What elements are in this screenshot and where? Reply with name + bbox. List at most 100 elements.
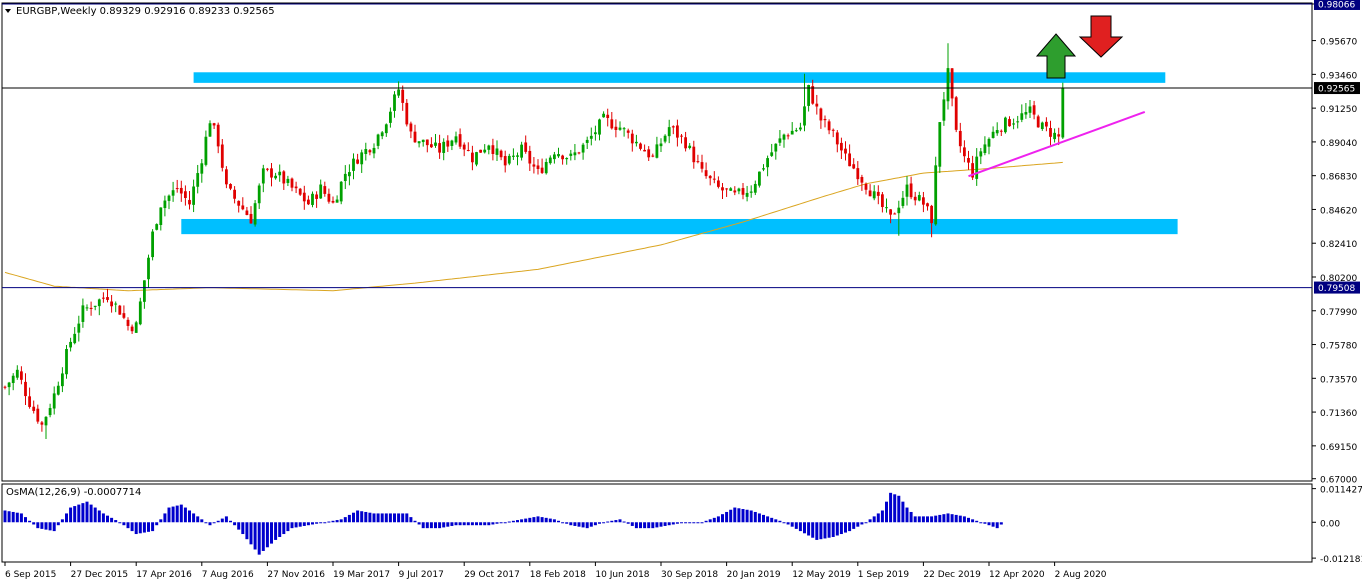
candle-body[interactable] <box>987 138 991 147</box>
candle-body[interactable] <box>626 130 630 133</box>
candle-body[interactable] <box>458 134 462 147</box>
candle-body[interactable] <box>97 299 101 307</box>
candle-body[interactable] <box>196 173 200 187</box>
candle-body[interactable] <box>159 207 163 225</box>
candle-body[interactable] <box>69 341 72 348</box>
candle-body[interactable] <box>294 186 298 189</box>
candle-body[interactable] <box>1040 122 1044 130</box>
candle-body[interactable] <box>840 142 843 151</box>
candle-body[interactable] <box>356 159 359 164</box>
candle-body[interactable] <box>708 175 712 179</box>
candle-body[interactable] <box>327 193 331 202</box>
candle-body[interactable] <box>343 173 347 182</box>
candle-body[interactable] <box>983 144 987 154</box>
candle-body[interactable] <box>676 125 679 138</box>
candle-body[interactable] <box>700 162 704 169</box>
candle-body[interactable] <box>450 140 454 146</box>
candle-body[interactable] <box>143 280 146 302</box>
candle-body[interactable] <box>425 139 429 146</box>
candle-body[interactable] <box>889 209 892 215</box>
candle-body[interactable] <box>471 152 474 163</box>
candle-body[interactable] <box>266 168 269 170</box>
candle-body[interactable] <box>655 144 659 158</box>
candle-body[interactable] <box>503 156 507 166</box>
candle-body[interactable] <box>958 130 962 147</box>
candle-body[interactable] <box>442 141 446 153</box>
candle-body[interactable] <box>20 371 23 380</box>
candle-body[interactable] <box>417 141 421 144</box>
candle-body[interactable] <box>290 178 294 188</box>
candle-body[interactable] <box>790 130 794 135</box>
candle-body[interactable] <box>311 193 314 205</box>
candle-body[interactable] <box>188 199 191 205</box>
candle-body[interactable] <box>175 188 179 190</box>
candle-body[interactable] <box>712 178 716 180</box>
candle-body[interactable] <box>212 123 216 126</box>
candle-body[interactable] <box>659 143 663 147</box>
candle-body[interactable] <box>979 151 983 157</box>
candle-body[interactable] <box>864 183 868 190</box>
candle-body[interactable] <box>602 113 605 118</box>
candle-body[interactable] <box>1028 106 1032 113</box>
candle-body[interactable] <box>81 305 85 322</box>
candle-body[interactable] <box>89 307 93 310</box>
candle-body[interactable] <box>200 163 204 174</box>
candle-body[interactable] <box>737 188 741 192</box>
candle-body[interactable] <box>171 190 175 196</box>
candle-body[interactable] <box>499 150 503 158</box>
candle-body[interactable] <box>995 130 999 134</box>
candle-body[interactable] <box>364 148 368 155</box>
candle-body[interactable] <box>794 130 798 132</box>
trading-chart-window[interactable]: 0.98066 0.95670 0.93460 0.91250 0.89040 0.868… <box>0 0 1362 584</box>
candle-body[interactable] <box>721 187 724 191</box>
candle-body[interactable] <box>384 124 388 134</box>
candle-body[interactable] <box>1061 88 1065 138</box>
candle-body[interactable] <box>585 139 589 143</box>
candle-body[interactable] <box>446 140 450 147</box>
candle-body[interactable] <box>671 126 675 128</box>
candle-body[interactable] <box>577 152 581 154</box>
candle-body[interactable] <box>1053 132 1056 140</box>
candle-body[interactable] <box>950 68 954 99</box>
candle-body[interactable] <box>208 123 212 137</box>
candle-body[interactable] <box>860 177 864 183</box>
candle-body[interactable] <box>835 132 839 145</box>
candle-body[interactable] <box>65 348 68 375</box>
candle-body[interactable] <box>155 224 159 230</box>
candle-body[interactable] <box>11 375 15 384</box>
candle-body[interactable] <box>774 143 778 152</box>
candle-body[interactable] <box>298 188 302 195</box>
candle-body[interactable] <box>852 164 856 169</box>
candle-body[interactable] <box>565 157 569 160</box>
candle-body[interactable] <box>667 127 671 137</box>
candle-body[interactable] <box>1008 119 1011 127</box>
candle-body[interactable] <box>581 144 585 153</box>
candle-body[interactable] <box>532 164 536 167</box>
candle-body[interactable] <box>462 144 466 150</box>
candle-body[interactable] <box>963 147 966 157</box>
candle-body[interactable] <box>999 130 1003 132</box>
candle-body[interactable] <box>745 192 749 197</box>
candle-body[interactable] <box>573 152 577 156</box>
candle-body[interactable] <box>991 131 995 138</box>
candle-body[interactable] <box>594 132 597 135</box>
candle-body[interactable] <box>1012 123 1015 125</box>
candle-body[interactable] <box>48 408 52 416</box>
candle-body[interactable] <box>598 119 601 135</box>
candle-body[interactable] <box>872 191 876 199</box>
candle-body[interactable] <box>56 385 60 395</box>
candle-body[interactable] <box>913 196 917 201</box>
candle-body[interactable] <box>434 142 437 146</box>
candle-body[interactable] <box>516 155 519 157</box>
candle-body[interactable] <box>561 155 564 160</box>
candle-body[interactable] <box>430 144 433 148</box>
candle-body[interactable] <box>220 144 224 168</box>
candle-body[interactable] <box>184 191 187 198</box>
candle-body[interactable] <box>688 145 692 149</box>
candle-body[interactable] <box>40 422 44 425</box>
candle-body[interactable] <box>130 326 134 332</box>
candle-body[interactable] <box>770 152 774 156</box>
candle-body[interactable] <box>257 185 261 204</box>
candle-body[interactable] <box>938 122 942 167</box>
candle-body[interactable] <box>635 141 638 144</box>
